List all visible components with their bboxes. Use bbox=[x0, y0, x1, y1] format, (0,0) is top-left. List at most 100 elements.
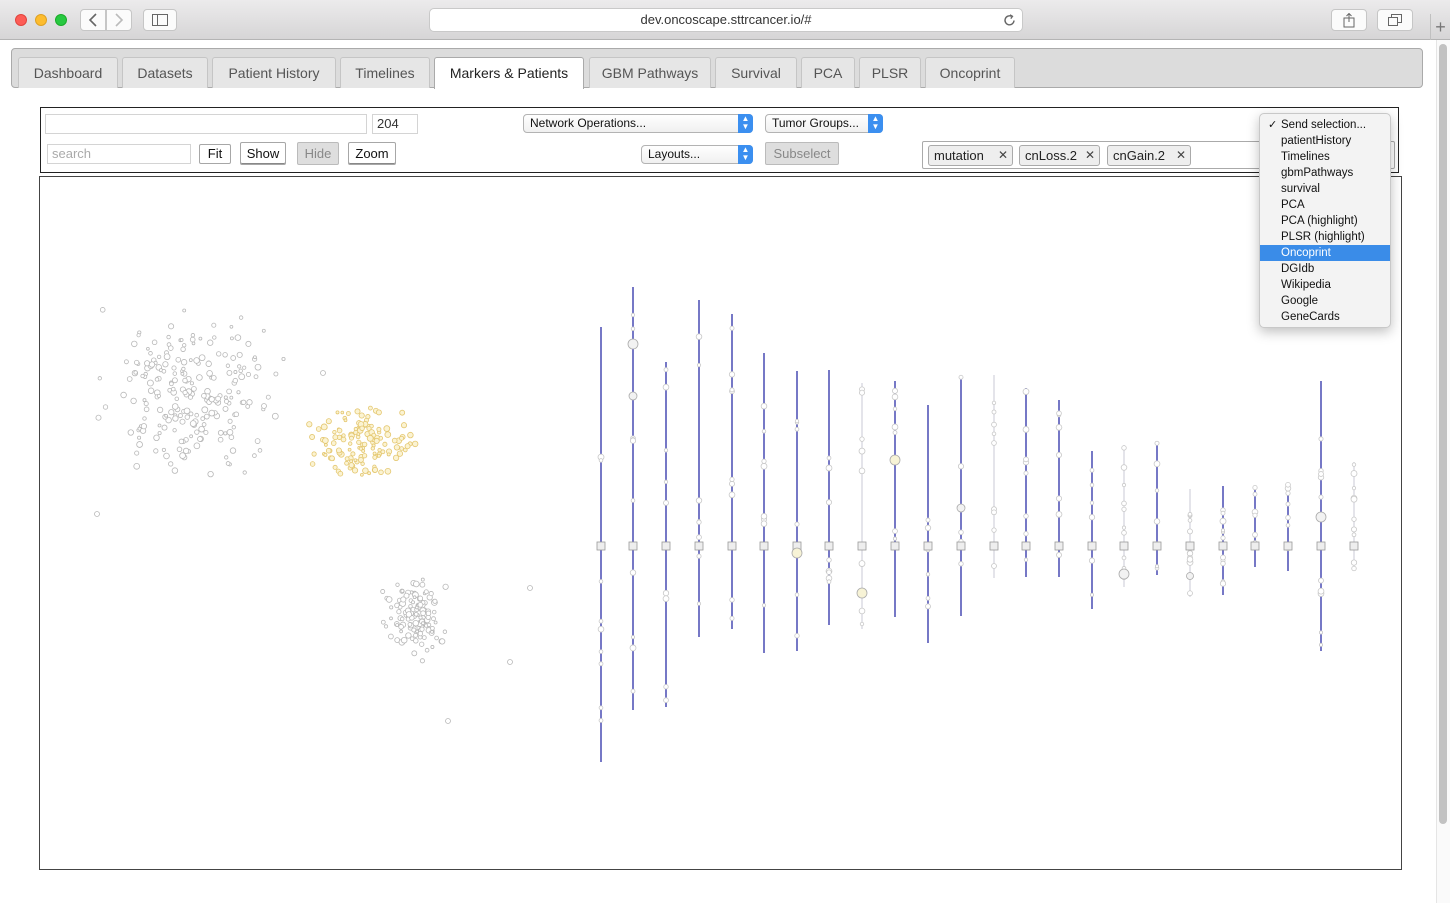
patient-node[interactable] bbox=[361, 441, 368, 448]
patient-node[interactable] bbox=[430, 630, 434, 634]
patient-node[interactable] bbox=[1121, 500, 1127, 507]
patient-node[interactable] bbox=[1023, 557, 1029, 562]
patient-node[interactable] bbox=[172, 415, 179, 422]
patient-node[interactable] bbox=[383, 425, 391, 432]
network-graph[interactable] bbox=[40, 177, 1401, 869]
patient-node[interactable] bbox=[147, 379, 154, 387]
patient-node[interactable] bbox=[389, 616, 393, 621]
patient-node[interactable] bbox=[1055, 511, 1063, 518]
tab-gbm-pathways[interactable]: GBM Pathways bbox=[589, 57, 711, 88]
patient-node[interactable] bbox=[157, 423, 162, 428]
patient-node[interactable] bbox=[309, 434, 316, 440]
patient-node[interactable] bbox=[1088, 514, 1096, 521]
remove-tag-icon[interactable]: ✕ bbox=[1085, 146, 1095, 165]
patient-node[interactable] bbox=[442, 629, 448, 634]
gene-marker-node[interactable] bbox=[1054, 541, 1064, 551]
patient-node[interactable] bbox=[271, 412, 279, 420]
patient-node[interactable] bbox=[419, 641, 425, 647]
patient-node[interactable] bbox=[421, 635, 427, 640]
patient-node[interactable] bbox=[663, 684, 669, 690]
patient-node[interactable] bbox=[629, 437, 637, 444]
patient-node[interactable] bbox=[372, 466, 379, 473]
patient-node[interactable] bbox=[367, 471, 371, 476]
patient-node[interactable] bbox=[695, 497, 703, 504]
patient-node[interactable] bbox=[1220, 560, 1226, 567]
patient-node[interactable] bbox=[1186, 572, 1194, 580]
patient-node[interactable] bbox=[1351, 532, 1357, 538]
patient-node[interactable] bbox=[347, 447, 352, 452]
zoom-window-button[interactable] bbox=[55, 14, 67, 26]
patient-node[interactable] bbox=[226, 429, 234, 436]
patient-node[interactable] bbox=[1285, 490, 1291, 496]
patient-node[interactable] bbox=[261, 328, 266, 333]
gene-marker-node[interactable] bbox=[759, 541, 769, 551]
patient-node[interactable] bbox=[193, 357, 200, 364]
patient-node[interactable] bbox=[380, 589, 386, 594]
patient-node[interactable] bbox=[168, 323, 175, 330]
patient-node[interactable] bbox=[1187, 590, 1193, 597]
patient-node[interactable] bbox=[420, 577, 425, 582]
patient-node[interactable] bbox=[336, 427, 343, 434]
patient-node[interactable] bbox=[1153, 460, 1161, 468]
patient-node[interactable] bbox=[174, 396, 180, 402]
gene-marker-node[interactable] bbox=[727, 541, 737, 551]
patient-node[interactable] bbox=[399, 616, 405, 622]
gene-marker-node[interactable] bbox=[628, 541, 638, 551]
patient-node[interactable] bbox=[396, 609, 402, 615]
patient-node[interactable] bbox=[1089, 500, 1095, 506]
patient-node[interactable] bbox=[359, 425, 365, 431]
patient-node[interactable] bbox=[361, 449, 366, 453]
patient-node[interactable] bbox=[253, 374, 259, 380]
patient-node[interactable] bbox=[153, 434, 160, 442]
patient-node[interactable] bbox=[663, 448, 669, 453]
patient-node[interactable] bbox=[412, 595, 417, 600]
gene-marker-node[interactable] bbox=[890, 541, 900, 551]
patient-node[interactable] bbox=[181, 366, 186, 372]
patient-node[interactable] bbox=[388, 633, 394, 640]
patient-node[interactable] bbox=[99, 307, 106, 313]
patient-node[interactable] bbox=[386, 452, 391, 457]
patient-node[interactable] bbox=[392, 454, 400, 462]
patient-node[interactable] bbox=[95, 414, 102, 421]
patient-node[interactable] bbox=[826, 579, 832, 585]
patient-node[interactable] bbox=[397, 604, 403, 610]
patient-node[interactable] bbox=[133, 370, 138, 375]
patient-node[interactable] bbox=[156, 354, 162, 360]
new-tab-button[interactable]: + bbox=[1430, 14, 1450, 40]
patient-node[interactable] bbox=[234, 334, 242, 341]
back-button[interactable] bbox=[80, 9, 106, 31]
patient-node[interactable] bbox=[1220, 528, 1226, 533]
gene-marker-node[interactable] bbox=[661, 541, 671, 551]
patient-node[interactable] bbox=[696, 363, 702, 368]
patient-node[interactable] bbox=[212, 335, 217, 340]
patient-node[interactable] bbox=[958, 374, 964, 380]
patient-node[interactable] bbox=[598, 458, 604, 463]
patient-node[interactable] bbox=[171, 386, 176, 392]
layouts-select[interactable]: Layouts... ▲ ▼ bbox=[641, 145, 753, 164]
patient-node[interactable] bbox=[348, 441, 353, 446]
patient-node[interactable] bbox=[419, 658, 425, 664]
patient-node[interactable] bbox=[662, 383, 670, 391]
remove-tag-icon[interactable]: ✕ bbox=[1176, 146, 1186, 165]
patient-node[interactable] bbox=[207, 339, 214, 346]
patient-node[interactable] bbox=[164, 413, 168, 418]
patient-node[interactable] bbox=[94, 511, 100, 517]
patient-node[interactable] bbox=[146, 346, 150, 351]
patient-node[interactable] bbox=[1351, 516, 1357, 522]
selection-text-field[interactable] bbox=[45, 114, 367, 134]
tab-datasets[interactable]: Datasets bbox=[122, 57, 208, 88]
patient-node[interactable] bbox=[892, 430, 898, 435]
patient-node[interactable] bbox=[349, 435, 354, 441]
patient-node[interactable] bbox=[729, 325, 735, 331]
patient-node[interactable] bbox=[1285, 482, 1291, 488]
patient-node[interactable] bbox=[346, 411, 351, 416]
reload-icon[interactable] bbox=[1003, 9, 1016, 33]
patient-node[interactable] bbox=[859, 621, 865, 627]
patient-node[interactable] bbox=[407, 622, 413, 627]
patient-node[interactable] bbox=[225, 363, 231, 368]
patient-node[interactable] bbox=[143, 401, 149, 407]
zoom-button[interactable]: Zoom bbox=[348, 142, 396, 165]
patient-node[interactable] bbox=[391, 437, 398, 444]
patient-node[interactable] bbox=[630, 326, 636, 331]
patient-node[interactable] bbox=[156, 393, 161, 398]
